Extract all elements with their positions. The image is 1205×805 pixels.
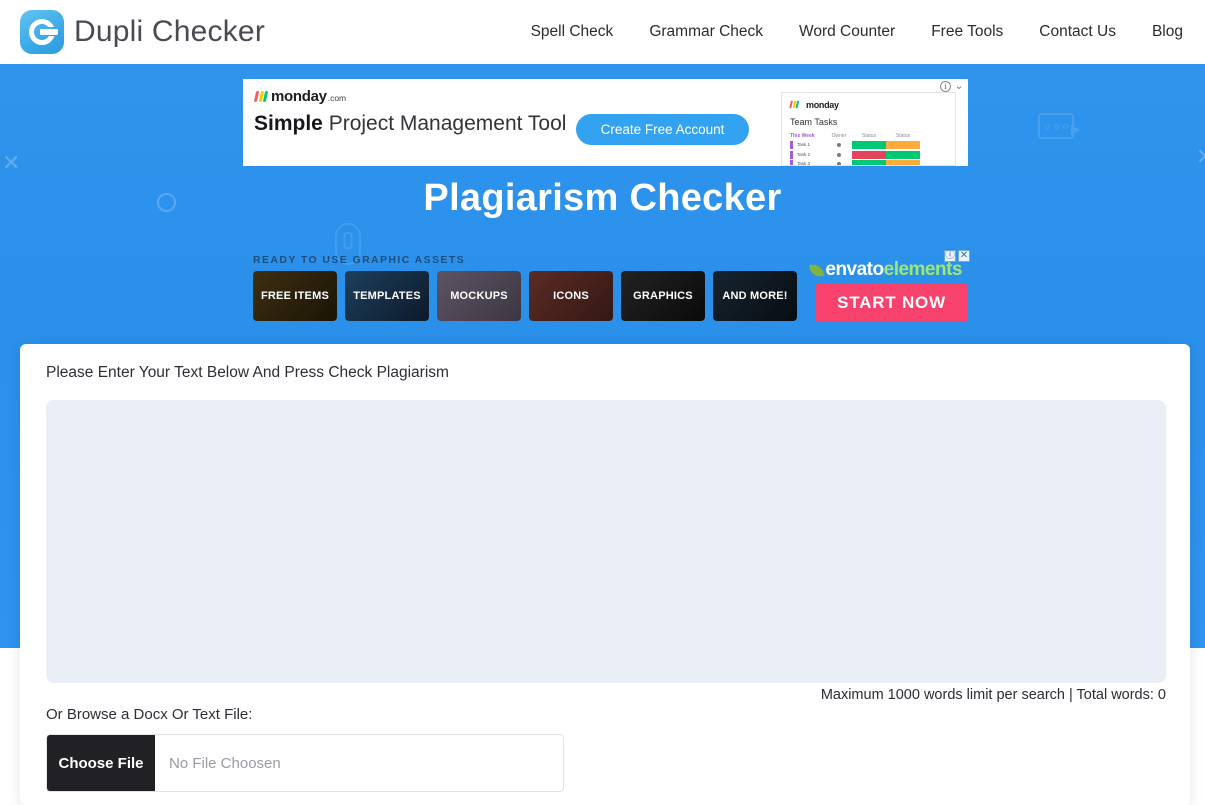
tile-label: AND MORE! bbox=[722, 290, 788, 302]
envato-ad-banner[interactable]: READY TO USE GRAPHIC ASSETS FREE ITEMS T… bbox=[253, 250, 970, 328]
envato-tile-mockups[interactable]: MOCKUPS bbox=[437, 271, 521, 321]
brand-name: Dupli Checker bbox=[74, 15, 266, 48]
browse-file-label: Or Browse a Docx Or Text File: bbox=[46, 706, 253, 723]
monday-ad-banner[interactable]: monday .com Simple Project Management To… bbox=[243, 79, 968, 166]
col-this-week: This Week bbox=[790, 133, 815, 139]
close-icon[interactable]: ✕ bbox=[958, 250, 970, 262]
row-label: Task 3 bbox=[790, 160, 826, 165]
monday-headline-rest: Project Management Tool bbox=[322, 112, 567, 135]
status-pill-1 bbox=[852, 160, 886, 165]
owner-avatar bbox=[826, 162, 852, 165]
tile-label: MOCKUPS bbox=[450, 290, 508, 302]
status-pill-2 bbox=[886, 160, 920, 165]
page-title: Plagiarism Checker bbox=[423, 177, 782, 219]
envato-ad-kicker: READY TO USE GRAPHIC ASSETS bbox=[253, 254, 466, 266]
envato-tile-icons[interactable]: ICONS bbox=[529, 271, 613, 321]
nav-item-blog[interactable]: Blog bbox=[1152, 23, 1183, 41]
site-header: Dupli Checker Spell Check Grammar Check … bbox=[0, 0, 1205, 64]
ad-info-icon[interactable]: i bbox=[940, 81, 951, 92]
create-free-account-button[interactable]: Create Free Account bbox=[576, 114, 749, 145]
envato-tile-templates[interactable]: TEMPLATES bbox=[345, 271, 429, 321]
editor-instruction: Please Enter Your Text Below And Press C… bbox=[46, 364, 449, 381]
monday-shot-table-header: This Week Owner Status Status bbox=[790, 133, 950, 139]
monday-mark-icon bbox=[253, 91, 269, 102]
col-owner: Owner bbox=[831, 133, 847, 139]
tile-label: FREE ITEMS bbox=[260, 290, 329, 302]
envato-tile-list: FREE ITEMS TEMPLATES MOCKUPS ICONS GRAPH… bbox=[253, 271, 797, 321]
status-pill-2 bbox=[886, 150, 920, 159]
table-row: Task 1 bbox=[790, 141, 950, 149]
deco-x-left-icon: ✕ bbox=[2, 151, 21, 176]
nav-item-grammar-check[interactable]: Grammar Check bbox=[649, 23, 763, 41]
logo-bar bbox=[40, 29, 58, 35]
bubble-dot bbox=[1062, 123, 1068, 129]
table-row: Task 3 bbox=[790, 160, 950, 165]
envato-leaf-icon bbox=[809, 262, 825, 278]
owner-avatar bbox=[826, 152, 852, 157]
monday-shot-title: Team Tasks bbox=[790, 117, 838, 127]
deco-x-right-icon: ✕ bbox=[1196, 147, 1205, 169]
envato-ad-controls: ⓘ ✕ bbox=[944, 250, 970, 262]
monday-logo-word: monday bbox=[271, 88, 327, 105]
monday-shot-mark-icon bbox=[789, 100, 800, 109]
monday-ad-headline: Simple Project Management Tool bbox=[254, 112, 566, 136]
envato-logo-word1: envato bbox=[825, 259, 884, 280]
plagiarism-checker-card: Please Enter Your Text Below And Press C… bbox=[20, 344, 1190, 805]
envato-tile-free-items[interactable]: FREE ITEMS bbox=[253, 271, 337, 321]
monday-logo: monday .com bbox=[253, 88, 347, 105]
envato-tile-and-more[interactable]: AND MORE! bbox=[713, 271, 797, 321]
row-label: Task 1 bbox=[790, 141, 826, 149]
monday-logo-suffix: .com bbox=[327, 93, 347, 103]
owner-avatar bbox=[826, 143, 852, 147]
ad-info-icon[interactable]: ⓘ bbox=[944, 250, 956, 262]
file-upload-row: Choose File No File Choosen bbox=[46, 734, 564, 792]
nav-item-spell-check[interactable]: Spell Check bbox=[531, 23, 614, 41]
envato-tile-graphics[interactable]: GRAPHICS bbox=[621, 271, 705, 321]
tile-label: GRAPHICS bbox=[633, 290, 693, 302]
monday-ad-screenshot: monday Team Tasks This Week Owner Status… bbox=[781, 92, 956, 166]
deco-speech-bubble-icon bbox=[1038, 113, 1080, 139]
monday-shot-logo: monday bbox=[789, 99, 839, 110]
status-pill-1 bbox=[852, 141, 886, 149]
nav-item-contact-us[interactable]: Contact Us bbox=[1039, 23, 1116, 41]
monday-ad-controls: i ⌄ bbox=[940, 81, 965, 92]
bubble-dot bbox=[1044, 123, 1050, 129]
envato-logo-word2: elements bbox=[883, 259, 963, 280]
page-root: Dupli Checker Spell Check Grammar Check … bbox=[0, 0, 1205, 805]
tile-label: ICONS bbox=[553, 290, 589, 302]
col-status-1: Status bbox=[861, 133, 877, 139]
row-label: Task 2 bbox=[790, 150, 826, 159]
brand-logo[interactable]: Dupli Checker bbox=[20, 10, 265, 54]
status-pill-1 bbox=[852, 150, 886, 159]
chevron-down-icon[interactable]: ⌄ bbox=[953, 81, 965, 92]
selected-file-name: No File Choosen bbox=[169, 754, 281, 772]
col-status-2: Status bbox=[895, 133, 911, 139]
nav-item-word-counter[interactable]: Word Counter bbox=[799, 23, 895, 41]
word-limit-status: Maximum 1000 words limit per search | To… bbox=[820, 687, 1166, 703]
monday-shot-table: This Week Owner Status Status Task 1 Tas… bbox=[790, 133, 950, 165]
envato-elements-logo: envato elements bbox=[809, 259, 963, 281]
monday-headline-bold: Simple bbox=[254, 112, 323, 135]
monday-shot-logo-word: monday bbox=[806, 99, 839, 110]
dupli-checker-logo-icon bbox=[20, 10, 64, 54]
nav-item-free-tools[interactable]: Free Tools bbox=[931, 23, 1003, 41]
tile-label: TEMPLATES bbox=[353, 290, 421, 302]
table-row: Task 2 bbox=[790, 150, 950, 159]
status-pill-2 bbox=[886, 141, 920, 149]
text-input-area[interactable] bbox=[46, 400, 1166, 683]
start-now-button[interactable]: START NOW bbox=[815, 284, 968, 322]
choose-file-button[interactable]: Choose File bbox=[47, 735, 155, 791]
bubble-dot bbox=[1053, 123, 1059, 129]
main-nav: Spell Check Grammar Check Word Counter F… bbox=[531, 23, 1183, 41]
